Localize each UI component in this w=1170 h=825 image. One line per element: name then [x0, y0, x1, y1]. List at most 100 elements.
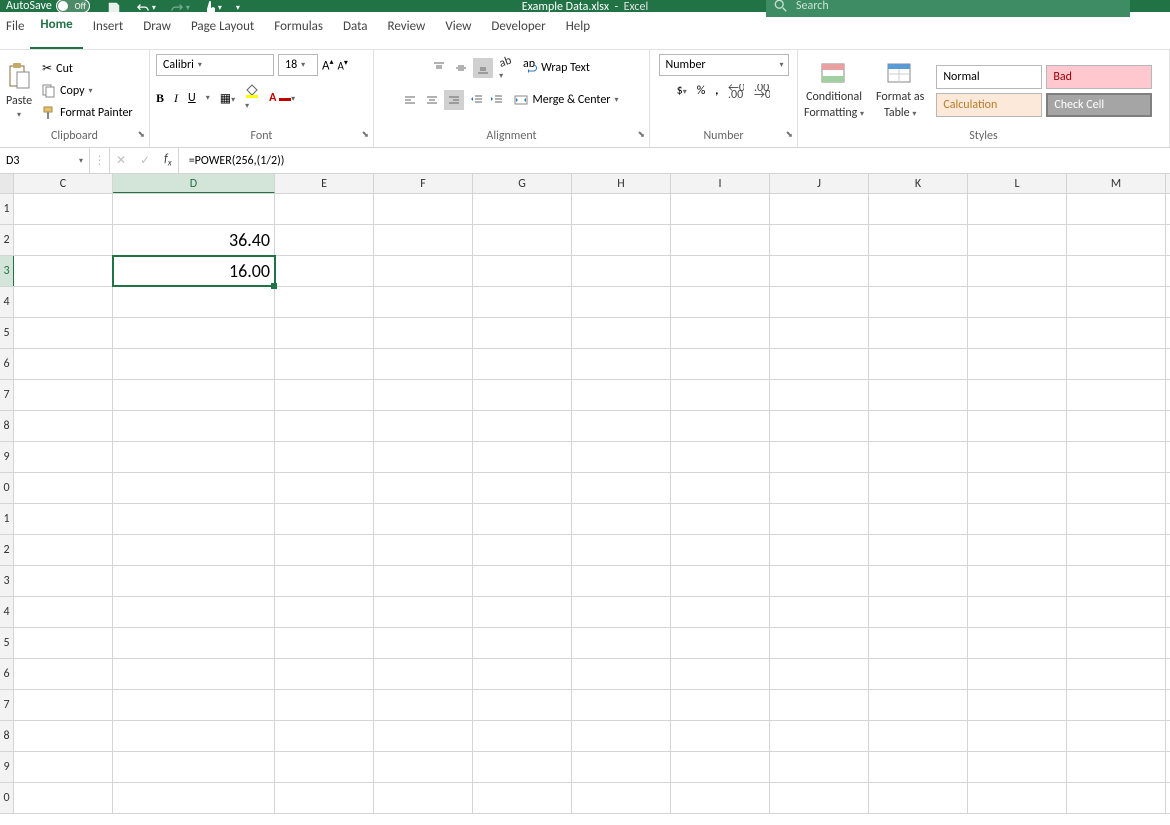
- cell-L9[interactable]: [968, 442, 1067, 472]
- cell-L20[interactable]: [968, 783, 1067, 813]
- cell-E5[interactable]: [275, 318, 374, 348]
- cell-I8[interactable]: [671, 411, 770, 441]
- cell-E18[interactable]: [275, 721, 374, 751]
- cell-K15[interactable]: [869, 628, 968, 658]
- cell-F17[interactable]: [374, 690, 473, 720]
- tab-data[interactable]: Data: [333, 13, 378, 49]
- cell-K2[interactable]: [869, 225, 968, 255]
- cell-E1[interactable]: [275, 194, 374, 224]
- row-header[interactable]: 1: [0, 194, 14, 224]
- cell-G3[interactable]: [473, 256, 572, 286]
- cell-M7[interactable]: [1067, 380, 1166, 410]
- decrease-indent-icon[interactable]: [470, 93, 484, 107]
- cell-G5[interactable]: [473, 318, 572, 348]
- row-header[interactable]: 0: [0, 473, 14, 503]
- col-header-J[interactable]: J: [770, 174, 869, 193]
- cell-D2[interactable]: 36.40: [113, 225, 275, 255]
- cell-M6[interactable]: [1067, 349, 1166, 379]
- search-box[interactable]: Search: [766, 0, 1130, 17]
- col-header-I[interactable]: I: [671, 174, 770, 193]
- cell-F2[interactable]: [374, 225, 473, 255]
- cell-I1[interactable]: [671, 194, 770, 224]
- cell-D18[interactable]: [113, 721, 275, 751]
- cell-H9[interactable]: [572, 442, 671, 472]
- cell-K11[interactable]: [869, 504, 968, 534]
- cell-C17[interactable]: [14, 690, 113, 720]
- cell-K8[interactable]: [869, 411, 968, 441]
- cell-E11[interactable]: [275, 504, 374, 534]
- qat-customize-icon[interactable]: ▾: [236, 3, 240, 13]
- cell-H17[interactable]: [572, 690, 671, 720]
- style-calculation[interactable]: Calculation: [936, 93, 1042, 117]
- cell-F7[interactable]: [374, 380, 473, 410]
- cell-I18[interactable]: [671, 721, 770, 751]
- row-header[interactable]: 7: [0, 380, 14, 410]
- tab-file[interactable]: File: [0, 13, 30, 49]
- underline-button[interactable]: U: [188, 91, 196, 105]
- cell-F8[interactable]: [374, 411, 473, 441]
- cell-I10[interactable]: [671, 473, 770, 503]
- cell-J2[interactable]: [770, 225, 869, 255]
- cell-C18[interactable]: [14, 721, 113, 751]
- save-icon[interactable]: [106, 0, 122, 16]
- font-size-combo[interactable]: 18▾: [278, 54, 318, 76]
- cell-C11[interactable]: [14, 504, 113, 534]
- cell-C4[interactable]: [14, 287, 113, 317]
- cell-F10[interactable]: [374, 473, 473, 503]
- cell-G12[interactable]: [473, 535, 572, 565]
- cell-M13[interactable]: [1067, 566, 1166, 596]
- cell-E8[interactable]: [275, 411, 374, 441]
- cell-D17[interactable]: [113, 690, 275, 720]
- cell-I7[interactable]: [671, 380, 770, 410]
- autosave-toggle[interactable]: Off: [56, 0, 90, 13]
- cell-H11[interactable]: [572, 504, 671, 534]
- cell-J6[interactable]: [770, 349, 869, 379]
- align-top-icon[interactable]: [429, 58, 449, 78]
- cell-G13[interactable]: [473, 566, 572, 596]
- cell-F9[interactable]: [374, 442, 473, 472]
- cell-C15[interactable]: [14, 628, 113, 658]
- cell-K13[interactable]: [869, 566, 968, 596]
- cell-I9[interactable]: [671, 442, 770, 472]
- redo-button[interactable]: ▾: [170, 2, 190, 14]
- cell-K1[interactable]: [869, 194, 968, 224]
- cell-M20[interactable]: [1067, 783, 1166, 813]
- undo-button[interactable]: ▾: [136, 2, 156, 14]
- cell-G7[interactable]: [473, 380, 572, 410]
- cell-F4[interactable]: [374, 287, 473, 317]
- cell-K7[interactable]: [869, 380, 968, 410]
- cell-L14[interactable]: [968, 597, 1067, 627]
- cell-E17[interactable]: [275, 690, 374, 720]
- cell-C20[interactable]: [14, 783, 113, 813]
- cell-D4[interactable]: [113, 287, 275, 317]
- cell-H12[interactable]: [572, 535, 671, 565]
- comma-button[interactable]: ,: [715, 84, 718, 98]
- cell-F16[interactable]: [374, 659, 473, 689]
- increase-font-icon[interactable]: A▴: [322, 57, 334, 73]
- cell-I12[interactable]: [671, 535, 770, 565]
- col-header-H[interactable]: H: [572, 174, 671, 193]
- cell-M3[interactable]: [1067, 256, 1166, 286]
- conditional-formatting-button[interactable]: Conditional Formatting ▾: [804, 62, 864, 120]
- tab-draw[interactable]: Draw: [133, 13, 181, 49]
- font-color-button[interactable]: A ▾: [269, 91, 295, 105]
- col-header-C[interactable]: C: [14, 174, 113, 193]
- cell-L6[interactable]: [968, 349, 1067, 379]
- cell-M19[interactable]: [1067, 752, 1166, 782]
- cell-H14[interactable]: [572, 597, 671, 627]
- cell-H8[interactable]: [572, 411, 671, 441]
- tab-home[interactable]: Home: [30, 11, 82, 49]
- bold-button[interactable]: B: [156, 91, 164, 106]
- cell-E2[interactable]: [275, 225, 374, 255]
- col-header-G[interactable]: G: [473, 174, 572, 193]
- cell-L4[interactable]: [968, 287, 1067, 317]
- cell-M9[interactable]: [1067, 442, 1166, 472]
- cell-I16[interactable]: [671, 659, 770, 689]
- tab-page-layout[interactable]: Page Layout: [181, 13, 264, 49]
- cell-E4[interactable]: [275, 287, 374, 317]
- cell-G19[interactable]: [473, 752, 572, 782]
- cell-L16[interactable]: [968, 659, 1067, 689]
- col-header-D[interactable]: D: [113, 174, 275, 193]
- col-header-M[interactable]: M: [1067, 174, 1166, 193]
- cell-H13[interactable]: [572, 566, 671, 596]
